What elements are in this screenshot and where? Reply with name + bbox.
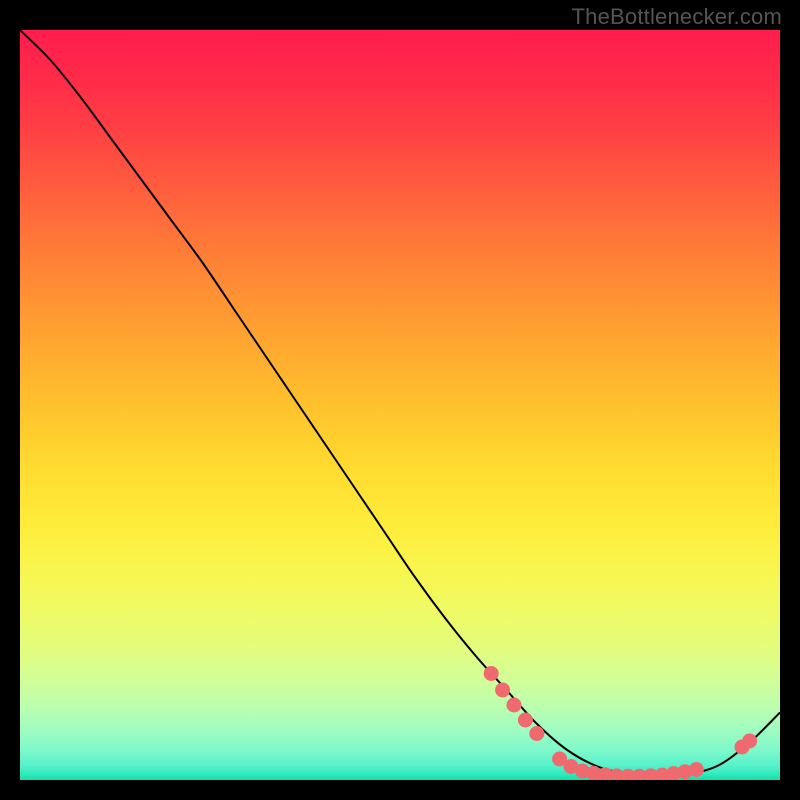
curve-marker xyxy=(529,726,544,741)
gradient-background xyxy=(20,30,780,780)
curve-marker xyxy=(484,666,499,681)
curve-marker xyxy=(518,713,533,728)
chart-stage: TheBottlenecker.com xyxy=(0,0,800,800)
curve-marker xyxy=(742,734,757,749)
curve-marker xyxy=(495,683,510,698)
curve-marker xyxy=(507,698,522,713)
bottleneck-chart xyxy=(20,30,780,780)
watermark-text: TheBottlenecker.com xyxy=(572,4,782,30)
curve-marker xyxy=(689,762,704,777)
